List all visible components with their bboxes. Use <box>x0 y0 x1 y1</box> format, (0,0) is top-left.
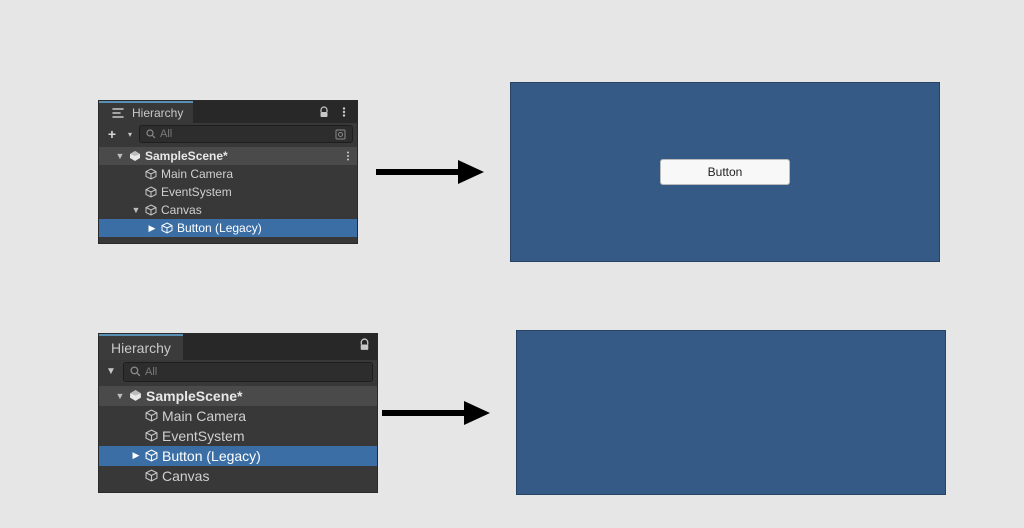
hierarchy-tab-label: Hierarchy <box>111 340 171 356</box>
hierarchy-tree: ▼ SampleScene* ▶ Main Camera ▶ EventSyst… <box>99 145 357 243</box>
lock-icon[interactable] <box>315 103 333 121</box>
arrow-icon <box>364 157 494 187</box>
cube-icon <box>145 204 157 216</box>
unity-logo-icon <box>129 150 141 162</box>
foldout-icon[interactable]: ▼ <box>115 391 125 401</box>
gameobject-label: Main Camera <box>161 167 233 181</box>
hierarchy-tab-bar: Hierarchy <box>99 334 377 360</box>
search-input[interactable] <box>160 128 331 140</box>
unity-logo-icon <box>129 389 142 402</box>
gameobject-label: EventSystem <box>162 428 244 444</box>
chevron-down-icon[interactable]: ▼ <box>103 363 119 381</box>
search-icon <box>130 366 141 377</box>
cube-icon <box>145 449 158 462</box>
cube-icon <box>161 222 173 234</box>
hierarchy-toolbar: ▼ <box>99 360 377 384</box>
gameobject-label: Canvas <box>161 203 202 217</box>
gameobject-row-canvas[interactable]: ▼ Canvas <box>99 201 357 219</box>
gameobject-row[interactable]: ▶ EventSystem <box>99 183 357 201</box>
hierarchy-tab-bar: Hierarchy <box>99 101 357 123</box>
hierarchy-tab[interactable]: Hierarchy <box>99 101 193 123</box>
foldout-icon[interactable]: ▶ <box>147 223 157 234</box>
foldout-icon[interactable]: ▼ <box>131 205 141 215</box>
search-field[interactable] <box>123 362 373 382</box>
hierarchy-tree: ▼ SampleScene* ▶ Main Camera ▶ EventSyst… <box>99 384 377 492</box>
scene-name-label: SampleScene* <box>145 149 228 163</box>
search-icon <box>146 129 156 139</box>
scene-row[interactable]: ▼ SampleScene* <box>99 386 377 406</box>
gameobject-label: Canvas <box>162 468 209 484</box>
foldout-icon[interactable]: ▶ <box>131 450 141 461</box>
search-field[interactable] <box>139 125 353 143</box>
chevron-down-icon[interactable]: ▾ <box>125 125 135 143</box>
hierarchy-tab[interactable]: Hierarchy <box>99 334 183 360</box>
hierarchy-tab-label: Hierarchy <box>132 106 183 120</box>
hierarchy-panel-bottom: Hierarchy ▼ ▼ Sample <box>98 333 378 493</box>
search-input[interactable] <box>145 366 366 378</box>
kebab-menu-icon[interactable] <box>335 103 353 121</box>
create-dropdown-button[interactable]: + <box>103 125 121 143</box>
search-type-icon[interactable] <box>335 129 346 140</box>
hierarchy-panel-top: Hierarchy + ▾ <box>98 100 358 244</box>
scene-kebab-icon[interactable] <box>343 150 353 162</box>
gameobject-row-canvas[interactable]: ▶ Canvas <box>99 466 377 486</box>
arrow-icon <box>370 398 500 428</box>
cube-icon <box>145 168 157 180</box>
cube-icon <box>145 409 158 422</box>
gameobject-row[interactable]: ▶ Main Camera <box>99 165 357 183</box>
cube-icon <box>145 186 157 198</box>
foldout-icon[interactable]: ▼ <box>115 151 125 161</box>
gameobject-row[interactable]: ▶ Main Camera <box>99 406 377 426</box>
gameobject-row[interactable]: ▶ EventSystem <box>99 426 377 446</box>
gameobject-label: Button (Legacy) <box>177 221 262 235</box>
cube-icon <box>145 429 158 442</box>
lock-icon[interactable] <box>355 336 373 354</box>
game-view-top: Button <box>510 82 940 262</box>
ui-button[interactable]: Button <box>660 159 790 185</box>
gameobject-label: EventSystem <box>161 185 232 199</box>
ui-button-label: Button <box>708 165 743 179</box>
gameobject-label: Button (Legacy) <box>162 448 261 464</box>
gameobject-row-button-selected[interactable]: ▶ Button (Legacy) <box>99 446 377 466</box>
hierarchy-icon <box>109 104 127 122</box>
gameobject-label: Main Camera <box>162 408 246 424</box>
hierarchy-toolbar: + ▾ <box>99 123 357 145</box>
scene-row[interactable]: ▼ SampleScene* <box>99 147 357 165</box>
game-view-bottom <box>516 330 946 495</box>
gameobject-row-button-selected[interactable]: ▶ Button (Legacy) <box>99 219 357 237</box>
cube-icon <box>145 469 158 482</box>
scene-name-label: SampleScene* <box>146 388 243 404</box>
